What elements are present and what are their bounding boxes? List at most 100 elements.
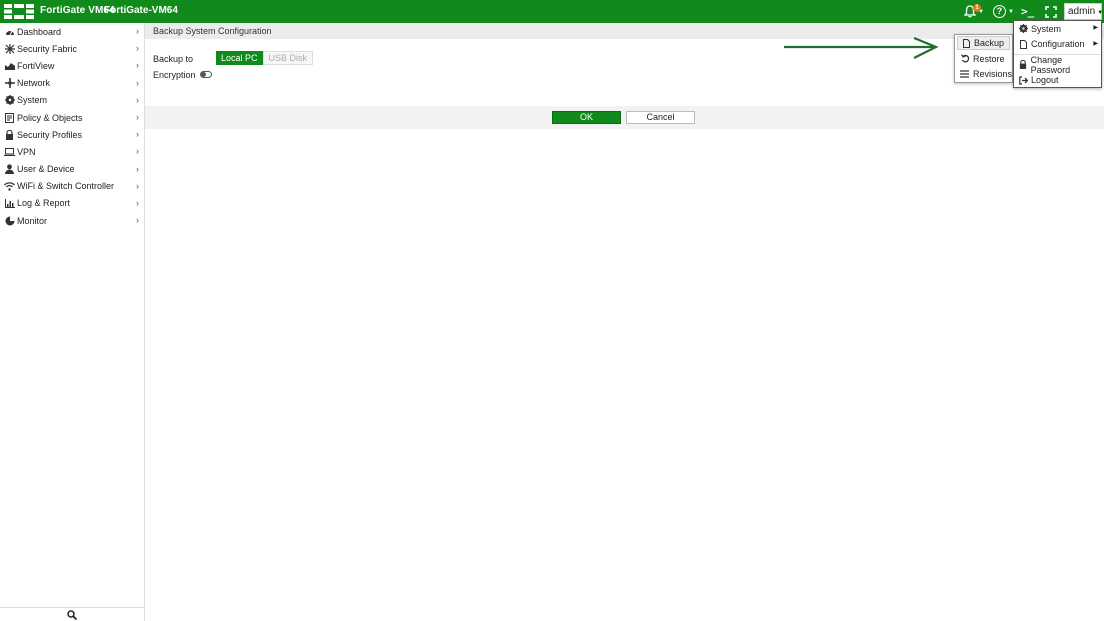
sidebar-item-system[interactable]: System › bbox=[0, 92, 144, 109]
fortinet-logo-icon bbox=[4, 4, 34, 19]
chevron-right-icon: › bbox=[136, 180, 139, 191]
help-button[interactable]: ? ▼ bbox=[993, 2, 1015, 21]
fullscreen-button[interactable] bbox=[1045, 2, 1059, 21]
sidebar-item-policy-objects[interactable]: Policy & Objects › bbox=[0, 109, 144, 126]
configuration-submenu: Backup Restore Revisions bbox=[954, 34, 1013, 83]
backup-destination-selector: Local PC USB Disk bbox=[216, 51, 314, 65]
chart-icon bbox=[4, 198, 15, 208]
sidebar-item-user-device[interactable]: User & Device › bbox=[0, 161, 144, 178]
pie-icon bbox=[4, 216, 15, 226]
sidebar-item-label: VPN bbox=[17, 146, 36, 157]
fullscreen-icon bbox=[1045, 5, 1057, 18]
chevron-right-icon: › bbox=[136, 26, 139, 36]
notification-badge: 1 bbox=[973, 4, 981, 12]
file-icon bbox=[1018, 39, 1028, 49]
sidebar-item-label: Monitor bbox=[17, 215, 48, 226]
notifications-button[interactable]: 1 ▼ bbox=[964, 2, 986, 21]
encryption-row: Encryption bbox=[153, 70, 196, 80]
cancel-button[interactable]: Cancel bbox=[626, 111, 695, 124]
sidebar-item-log-report[interactable]: Log & Report › bbox=[0, 195, 144, 212]
sidebar-item-label: Dashboard bbox=[17, 26, 62, 37]
backup-menu-item[interactable]: Backup bbox=[957, 36, 1010, 50]
configuration-menu-item[interactable]: Configuration ▶ bbox=[1014, 37, 1101, 53]
sidebar: Dashboard › Security Fabric › FortiView … bbox=[0, 23, 145, 621]
restore-icon bbox=[960, 54, 970, 63]
sidebar-item-label: Log & Report bbox=[17, 198, 71, 209]
user-dropdown-menu: System ▶ Configuration ▶ Change Password… bbox=[1013, 20, 1102, 88]
gear-icon bbox=[1018, 24, 1028, 34]
sidebar-item-security-profiles[interactable]: Security Profiles › bbox=[0, 126, 144, 143]
chevron-right-icon: ▶ bbox=[1093, 25, 1098, 31]
encryption-toggle[interactable] bbox=[200, 71, 212, 78]
sidebar-item-dashboard[interactable]: Dashboard › bbox=[0, 23, 144, 40]
laptop-icon bbox=[4, 147, 15, 157]
logout-icon bbox=[1018, 76, 1028, 85]
annotation-arrow bbox=[784, 36, 939, 59]
system-menu-item[interactable]: System ▶ bbox=[1014, 21, 1101, 37]
change-password-menu-item[interactable]: Change Password bbox=[1014, 55, 1101, 75]
backup-to-label: Backup to bbox=[153, 54, 194, 64]
gear-icon bbox=[4, 95, 15, 106]
main-content: Backup System Configuration Backup to Lo… bbox=[145, 23, 1104, 621]
fortiview-icon bbox=[4, 61, 15, 71]
sidebar-item-label: User & Device bbox=[17, 164, 75, 175]
chevron-right-icon: › bbox=[136, 129, 139, 140]
chevron-right-icon: › bbox=[136, 197, 139, 208]
chevron-right-icon: ▶ bbox=[1093, 40, 1098, 47]
chevron-right-icon: › bbox=[136, 163, 139, 174]
sidebar-item-fortiview[interactable]: FortiView › bbox=[0, 57, 144, 74]
chevron-down-icon: ▼ bbox=[1008, 8, 1014, 15]
sidebar-item-label: Policy & Objects bbox=[17, 112, 83, 123]
usb-disk-option[interactable]: USB Disk bbox=[262, 51, 314, 65]
ok-button[interactable]: OK bbox=[552, 111, 621, 124]
sidebar-item-label: Security Fabric bbox=[17, 43, 78, 54]
hostname[interactable]: FortiGate-VM64 bbox=[104, 5, 178, 16]
sidebar-item-monitor[interactable]: Monitor › bbox=[0, 212, 144, 229]
toggle-knob bbox=[201, 72, 206, 77]
terminal-icon: >_ bbox=[1021, 5, 1035, 18]
logout-menu-item[interactable]: Logout bbox=[1014, 73, 1101, 89]
user-icon bbox=[4, 164, 15, 175]
restore-label: Restore bbox=[973, 53, 1005, 64]
sidebar-item-wifi-switch[interactable]: WiFi & Switch Controller › bbox=[0, 178, 144, 195]
form-footer: OK Cancel bbox=[145, 106, 1104, 129]
lock-icon bbox=[4, 129, 15, 140]
user-menu-button[interactable]: admin ▼ bbox=[1064, 3, 1104, 20]
chevron-right-icon: › bbox=[136, 43, 139, 54]
configuration-label: Configuration bbox=[1031, 39, 1085, 50]
backup-label: Backup bbox=[974, 38, 1005, 48]
network-icon bbox=[4, 78, 15, 89]
wifi-icon bbox=[4, 181, 15, 191]
sidebar-item-label: Network bbox=[17, 78, 51, 89]
sidebar-item-label: Security Profiles bbox=[17, 129, 83, 140]
sidebar-item-vpn[interactable]: VPN › bbox=[0, 143, 144, 160]
revisions-label: Revisions bbox=[972, 69, 1012, 80]
chevron-down-icon: ▼ bbox=[1097, 10, 1104, 16]
chevron-right-icon: › bbox=[136, 215, 139, 226]
sidebar-item-security-fabric[interactable]: Security Fabric › bbox=[0, 40, 144, 57]
dashboard-icon bbox=[4, 27, 15, 37]
security-fabric-icon bbox=[4, 43, 15, 54]
list-icon bbox=[960, 70, 970, 78]
logout-label: Logout bbox=[1031, 75, 1059, 86]
chevron-right-icon: › bbox=[136, 111, 139, 122]
revisions-menu-item[interactable]: Revisions bbox=[955, 67, 1012, 83]
username: admin bbox=[1068, 6, 1096, 17]
chevron-right-icon: › bbox=[136, 77, 139, 88]
cli-console-button[interactable]: >_ bbox=[1021, 2, 1037, 21]
file-icon bbox=[961, 38, 971, 48]
chevron-right-icon: › bbox=[136, 60, 139, 71]
restore-menu-item[interactable]: Restore bbox=[955, 51, 1012, 67]
sidebar-item-network[interactable]: Network › bbox=[0, 75, 144, 92]
sidebar-item-label: WiFi & Switch Controller bbox=[17, 181, 115, 192]
sidebar-search-button[interactable] bbox=[0, 607, 144, 621]
policy-icon bbox=[4, 112, 15, 123]
help-icon: ? bbox=[993, 5, 1006, 18]
encryption-label: Encryption bbox=[153, 70, 196, 80]
local-pc-option[interactable]: Local PC bbox=[216, 51, 263, 65]
top-bar: FortiGate VM64 FortiGate-VM64 1 ▼ ? ▼ >_… bbox=[0, 0, 1104, 23]
chevron-right-icon: › bbox=[136, 94, 139, 105]
system-label: System bbox=[1031, 23, 1062, 34]
lock-icon bbox=[1018, 60, 1028, 70]
chevron-right-icon: › bbox=[136, 146, 139, 157]
